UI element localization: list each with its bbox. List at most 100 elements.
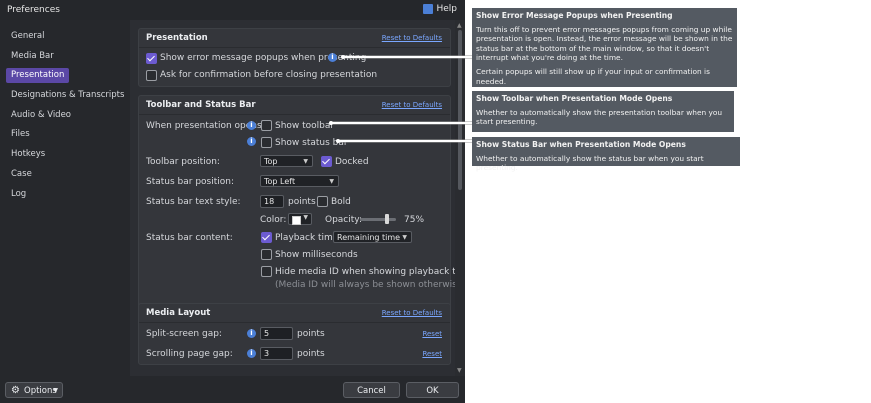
show-toolbar-checkbox[interactable]	[261, 120, 272, 131]
hide-media-id-checkbox[interactable]	[261, 266, 272, 277]
chevron-down-icon: ▼	[303, 158, 308, 165]
show-milliseconds-checkbox[interactable]	[261, 249, 272, 260]
cancel-button[interactable]: Cancel	[343, 382, 400, 398]
media-id-note: (Media ID will always be shown otherwise…	[275, 280, 455, 290]
tooltip-body: Whether to automatically show the presen…	[476, 107, 723, 127]
gear-icon: ⚙	[11, 385, 20, 396]
split-gap-input[interactable]: 5	[260, 327, 293, 340]
tooltip-title: Show Error Message Popups when Presentin…	[476, 11, 673, 20]
opacity-slider-handle[interactable]	[385, 214, 389, 224]
docked-label: Docked	[335, 157, 369, 167]
show-error-popups-checkbox[interactable]	[146, 53, 157, 64]
tooltip-body: Whether to automatically show the status…	[476, 153, 704, 173]
toolbar-position-select[interactable]: Top ▼	[260, 155, 313, 167]
help-label: Help	[436, 4, 457, 14]
chevron-down-icon: ▼	[402, 234, 407, 241]
chevron-down-icon: ▼	[53, 387, 58, 394]
color-label: Color:	[260, 215, 287, 225]
scroll-gap-label: Scrolling page gap:	[146, 349, 233, 359]
toolbar-position-label: Toolbar position:	[146, 157, 220, 167]
status-bar-tooltip: Show Status Bar when Presentation Mode O…	[472, 137, 740, 172]
toolbar-tooltip: Show Toolbar when Presentation Mode Open…	[472, 91, 734, 132]
sidebar-item-general[interactable]: General	[6, 29, 50, 44]
reset-link[interactable]: Reset	[422, 350, 442, 358]
points-label: points	[297, 349, 325, 359]
toolbar-status-header: Toolbar and Status Bar Reset to Defaults	[139, 96, 450, 115]
settings-content: Presentation Reset to Defaults Show erro…	[130, 20, 455, 376]
split-gap-label: Split-screen gap:	[146, 329, 222, 339]
playback-time-select[interactable]: Remaining time ▼	[333, 231, 412, 243]
reset-to-defaults-link[interactable]: Reset to Defaults	[382, 34, 442, 42]
scroll-up-icon[interactable]: ▲	[457, 22, 462, 29]
show-toolbar-label: Show toolbar	[275, 121, 335, 131]
status-bar-position-select[interactable]: Top Left ▼	[260, 175, 339, 187]
playback-time-label: Playback time:	[275, 233, 342, 243]
footer: ⚙ Options ▼ Cancel OK	[0, 376, 465, 403]
toolbar-position-value: Top	[264, 157, 278, 166]
opacity-slider[interactable]	[360, 214, 396, 224]
opacity-value: 75%	[404, 215, 425, 225]
status-bar-position-value: Top Left	[264, 177, 296, 186]
sidebar-item-designations[interactable]: Designations & Transcripts	[6, 88, 129, 103]
section-title: Presentation	[146, 33, 208, 43]
bold-label: Bold	[331, 197, 351, 207]
content-label: Status bar content:	[146, 233, 233, 243]
sidebar-item-media-bar[interactable]: Media Bar	[6, 49, 59, 64]
media-layout-section: Media Layout Reset to Defaults Split-scr…	[138, 303, 451, 365]
ask-confirm-close-label: Ask for confirmation before closing pres…	[160, 70, 378, 80]
ask-confirm-close-checkbox[interactable]	[146, 70, 157, 81]
scroll-down-icon[interactable]: ▼	[457, 367, 462, 374]
presentation-header: Presentation Reset to Defaults	[139, 29, 450, 48]
text-style-label: Status bar text style:	[146, 197, 241, 207]
help-book-icon	[423, 4, 434, 14]
section-title: Toolbar and Status Bar	[146, 100, 256, 110]
title-bar: Preferences Help	[0, 0, 465, 20]
sidebar-item-audio-video[interactable]: Audio & Video	[6, 108, 76, 123]
color-swatch	[292, 216, 301, 225]
options-label: Options	[24, 386, 57, 396]
bold-checkbox[interactable]	[317, 196, 328, 207]
ok-button[interactable]: OK	[406, 382, 459, 398]
info-icon[interactable]: i	[328, 53, 337, 62]
reset-to-defaults-link[interactable]: Reset to Defaults	[382, 309, 442, 317]
preferences-window: Preferences Help General Media Bar Prese…	[0, 0, 465, 403]
tooltip-title: Show Toolbar when Presentation Mode Open…	[476, 94, 673, 103]
section-title: Media Layout	[146, 308, 211, 318]
info-icon[interactable]: i	[247, 137, 256, 146]
color-picker[interactable]: ▼	[288, 213, 312, 225]
media-layout-header: Media Layout Reset to Defaults	[139, 304, 450, 323]
info-icon[interactable]: i	[247, 349, 256, 358]
status-bar-position-label: Status bar position:	[146, 177, 235, 187]
points-label: points	[288, 197, 316, 207]
show-status-bar-checkbox[interactable]	[261, 137, 272, 148]
tooltip-body: Certain popups will still show up if you…	[476, 66, 710, 86]
vertical-scrollbar[interactable]: ▲ ▼	[455, 20, 465, 376]
sidebar: General Media Bar Presentation Designati…	[0, 20, 130, 376]
info-icon[interactable]: i	[247, 121, 256, 130]
reset-link[interactable]: Reset	[422, 330, 442, 338]
text-size-input[interactable]: 18	[260, 195, 284, 208]
sidebar-item-hotkeys[interactable]: Hotkeys	[6, 147, 50, 162]
scroll-gap-input[interactable]: 3	[260, 347, 293, 360]
reset-to-defaults-link[interactable]: Reset to Defaults	[382, 101, 442, 109]
tooltip-connector	[336, 139, 472, 143]
error-popups-tooltip: Show Error Message Popups when Presentin…	[472, 8, 737, 87]
info-icon[interactable]: i	[247, 329, 256, 338]
hide-media-id-label: Hide media ID when showing playback time	[275, 267, 455, 277]
scrollbar-thumb[interactable]	[458, 30, 462, 190]
tooltip-connector	[329, 121, 472, 125]
options-button[interactable]: ⚙ Options ▼	[5, 382, 63, 398]
help-button[interactable]: Help	[423, 4, 457, 14]
sidebar-item-case[interactable]: Case	[6, 167, 37, 182]
show-milliseconds-label: Show milliseconds	[275, 250, 358, 260]
sidebar-item-log[interactable]: Log	[6, 187, 31, 202]
toolbar-status-section: Toolbar and Status Bar Reset to Defaults…	[138, 95, 455, 315]
sidebar-item-presentation[interactable]: Presentation	[6, 68, 70, 83]
sidebar-item-files[interactable]: Files	[6, 127, 35, 142]
docked-checkbox[interactable]	[321, 156, 332, 167]
tooltip-body: Turn this off to prevent error messages …	[476, 24, 733, 63]
chevron-down-icon: ▼	[329, 178, 334, 185]
points-label: points	[297, 329, 325, 339]
tooltip-title: Show Status Bar when Presentation Mode O…	[476, 140, 686, 149]
playback-time-checkbox[interactable]	[261, 232, 272, 243]
